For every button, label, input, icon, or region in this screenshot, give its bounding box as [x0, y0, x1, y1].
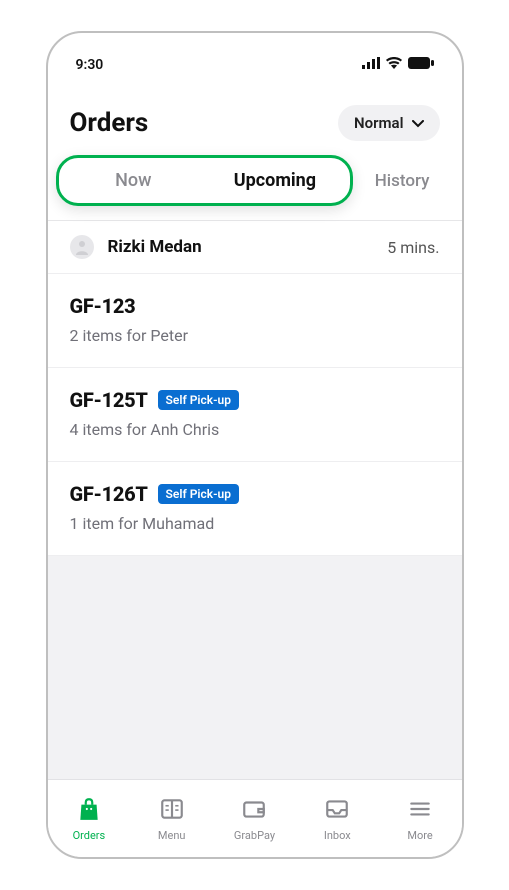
order-summary: 4 items for Anh Chris	[70, 420, 440, 439]
order-id: GF-123	[70, 294, 136, 318]
nav-grabpay[interactable]: GrabPay	[213, 780, 296, 857]
nav-orders[interactable]: Orders	[48, 780, 131, 857]
nav-more[interactable]: More	[379, 780, 462, 857]
driver-name: Rizki Medan	[108, 237, 388, 257]
pickup-badge: Self Pick-up	[158, 484, 239, 504]
tab-upcoming[interactable]: Upcoming	[204, 160, 346, 201]
menu-book-icon	[159, 796, 185, 825]
wallet-icon	[241, 796, 267, 825]
status-bar: 9:30	[48, 43, 462, 87]
tabs: Now Upcoming History	[48, 155, 462, 214]
bottom-nav: Orders Menu GrabPay Inbox More	[48, 779, 462, 857]
nav-label: Inbox	[324, 829, 351, 842]
order-card[interactable]: GF-125T Self Pick-up 4 items for Anh Chr…	[48, 368, 462, 462]
mode-selector[interactable]: Normal	[338, 105, 439, 141]
order-summary: 2 items for Peter	[70, 326, 440, 345]
order-summary: 1 item for Muhamad	[70, 514, 440, 533]
inbox-icon	[324, 796, 350, 825]
app-screen: 9:30 Orders Normal Now Upcoming	[46, 31, 464, 859]
wifi-icon	[386, 57, 402, 73]
tab-history[interactable]: History	[353, 161, 448, 201]
nav-menu[interactable]: Menu	[130, 780, 213, 857]
mode-label: Normal	[354, 114, 403, 132]
battery-icon	[408, 57, 434, 73]
nav-label: GrabPay	[234, 829, 275, 842]
nav-inbox[interactable]: Inbox	[296, 780, 379, 857]
chevron-down-icon	[412, 114, 424, 132]
status-icons	[362, 57, 434, 73]
nav-label: More	[407, 829, 432, 842]
order-id: GF-125T	[70, 388, 148, 412]
tabs-highlight: Now Upcoming	[56, 155, 353, 206]
empty-area	[48, 556, 462, 779]
nav-label: Orders	[73, 829, 106, 842]
driver-row[interactable]: Rizki Medan 5 mins.	[48, 221, 462, 274]
tab-now[interactable]: Now	[63, 160, 205, 201]
avatar-icon	[70, 235, 94, 259]
nav-label: Menu	[158, 829, 186, 842]
pickup-badge: Self Pick-up	[158, 390, 239, 410]
driver-eta: 5 mins.	[387, 238, 439, 257]
page-header: Orders Normal	[48, 87, 462, 155]
signal-icon	[362, 57, 380, 73]
page-title: Orders	[70, 108, 149, 138]
order-card[interactable]: GF-123 2 items for Peter	[48, 274, 462, 368]
content: Rizki Medan 5 mins. GF-123 2 items for P…	[48, 221, 462, 779]
order-id: GF-126T	[70, 482, 148, 506]
hamburger-icon	[407, 796, 433, 825]
order-card[interactable]: GF-126T Self Pick-up 1 item for Muhamad	[48, 462, 462, 556]
clock: 9:30	[76, 57, 104, 73]
bag-icon	[76, 796, 102, 825]
